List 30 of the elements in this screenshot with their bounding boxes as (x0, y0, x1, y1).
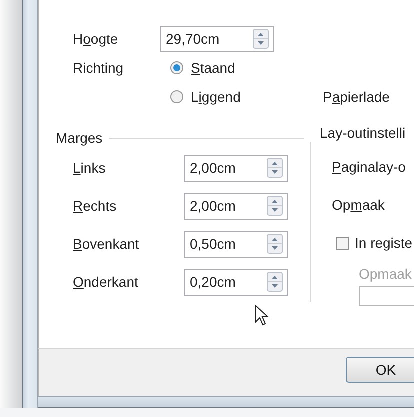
radio-button[interactable] (170, 60, 184, 74)
checkbox-label: In registe (355, 235, 413, 251)
margin-input[interactable]: 0,20cm (184, 268, 288, 296)
spin-button[interactable] (267, 272, 283, 292)
checkbox[interactable] (336, 236, 349, 250)
field-label: Links (73, 160, 107, 176)
field-label: Opmaak (332, 196, 386, 215)
orientation-option[interactable]: Staand (160, 60, 323, 76)
field-label: Bovenkant (73, 236, 140, 252)
height-input[interactable]: 29,70cm (160, 26, 274, 52)
field-label: Hoogte (73, 30, 120, 46)
spin-button[interactable] (267, 196, 283, 216)
margin-input[interactable]: 0,50cm (184, 230, 288, 258)
group-title: Lay-outinstelli (320, 125, 406, 141)
field-label: Richting (73, 60, 125, 76)
spin-button[interactable] (253, 28, 269, 48)
field-label: Paginalay-o (332, 158, 407, 177)
mouse-pointer-icon (255, 305, 269, 327)
spin-button[interactable] (267, 158, 283, 178)
field-label: Onderkant (73, 274, 140, 290)
orientation-option[interactable]: Liggend (160, 88, 323, 104)
margin-input[interactable]: 2,00cm (184, 154, 288, 182)
field-label: Rechts (73, 198, 118, 214)
field-label: Opmaak (359, 265, 413, 284)
radio-button[interactable] (170, 90, 184, 104)
margin-input[interactable]: 2,00cm (184, 192, 288, 220)
spin-button[interactable] (267, 234, 283, 254)
group-title: Marges (56, 130, 103, 146)
ok-button[interactable]: OK (346, 357, 414, 384)
field-label: Papierlade (323, 88, 391, 104)
